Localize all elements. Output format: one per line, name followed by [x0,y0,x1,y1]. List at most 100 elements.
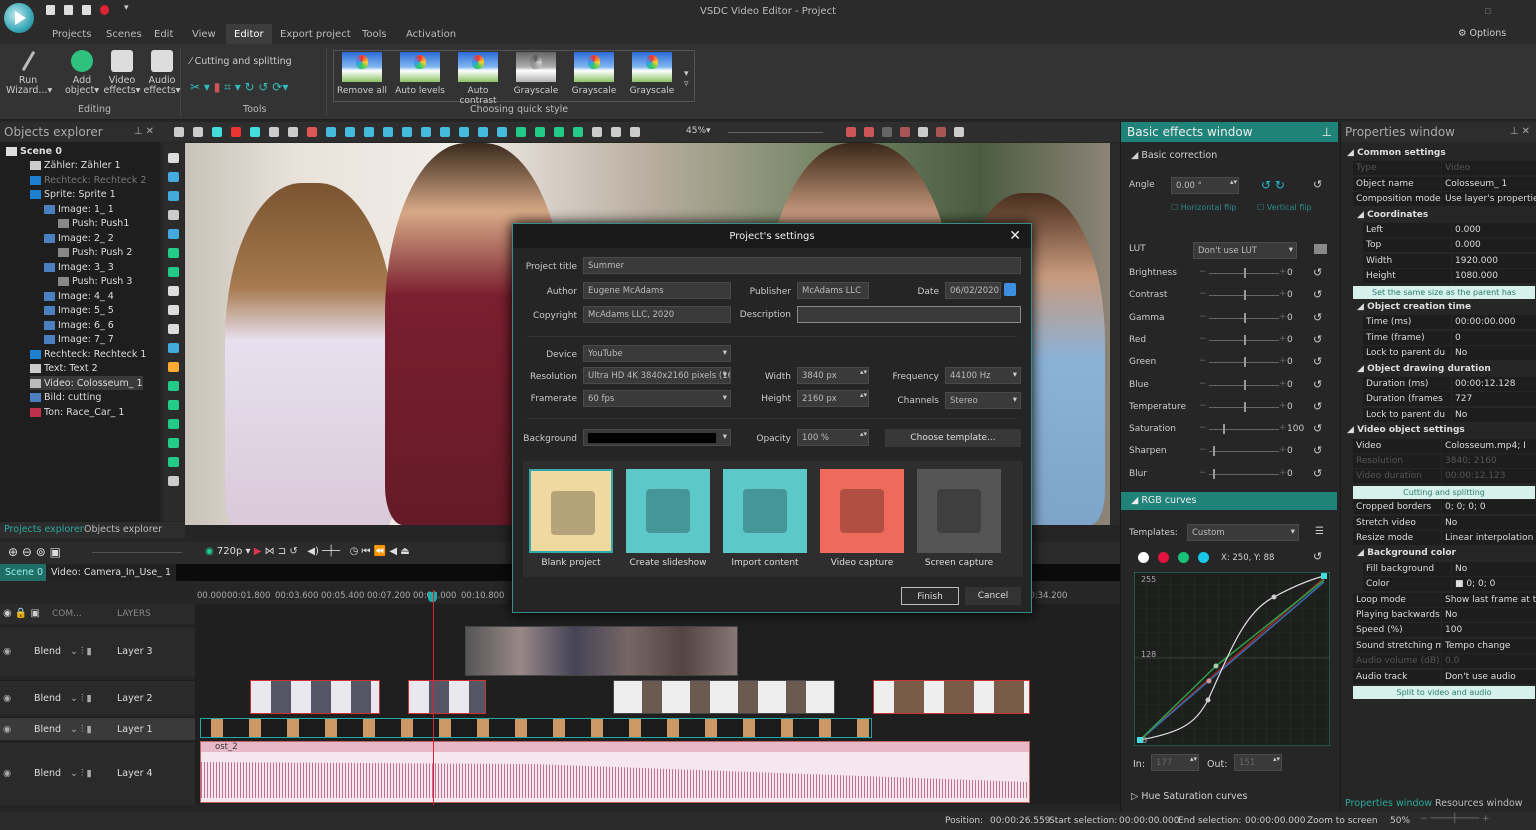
tree-item[interactable]: Rechteck: Rechteck 1 [30,347,146,361]
video-clip[interactable] [465,626,738,676]
visibility-lock-icons[interactable]: ◉ 🔒 ▣ [3,608,40,619]
lut-select[interactable]: Don't use LUT [1193,242,1297,259]
property-row[interactable]: Cropped borders 0; 0; 0; 0 [1353,500,1536,516]
property-row[interactable]: Time (ms) 00:00:00.000 [1363,315,1536,331]
slider-thumb[interactable] [1244,312,1246,323]
property-value[interactable]: Tempo change [1442,638,1536,653]
object-tool-icon[interactable] [168,305,179,315]
plus-icon[interactable]: + [1279,267,1287,277]
plus-icon[interactable]: + [1279,334,1287,344]
video-clip-selected[interactable] [200,718,872,738]
property-value[interactable]: No [1452,346,1536,361]
toolbar-tool-icon[interactable] [459,127,469,137]
property-row[interactable]: Composition mode Use layer's properties [1353,192,1536,208]
toolbar-tool-icon[interactable] [440,127,450,137]
menu-export-project[interactable]: Export project [272,28,359,41]
toolbar-tool-icon[interactable] [231,127,241,137]
rotate-buttons[interactable]: ↺ ↻ [1261,178,1285,192]
template-video-capture[interactable]: Video capture [819,469,905,571]
quick-style-1[interactable]: Auto levels [392,52,448,104]
property-row[interactable]: Sound stretching m Tempo change [1353,638,1536,654]
property-value[interactable]: 00:00:12.128 [1452,377,1536,391]
property-value[interactable]: 0.000 [1452,223,1536,237]
property-value[interactable]: 1080.000 [1452,269,1536,284]
minus-icon[interactable]: − [1199,334,1207,344]
toolbar-tool-icon[interactable] [288,127,298,137]
saturation-slider[interactable] [1209,424,1279,435]
toolbar-tool-icon[interactable] [900,127,910,137]
opacity-stepper[interactable]: 100 % [797,429,869,446]
toolbar-tool-icon[interactable] [193,127,203,137]
object-tool-icon[interactable] [168,210,179,220]
eye-icon[interactable]: ◉ [3,693,11,704]
property-value[interactable]: 00:00:12.123 [1442,469,1536,484]
red-channel-button[interactable] [1158,552,1169,563]
channels-select[interactable]: Stereo [945,392,1021,409]
toolbar-tool-icon[interactable] [421,127,431,137]
plus-icon[interactable]: + [1279,356,1287,366]
toolbar-tool-icon[interactable] [497,127,507,137]
toolbar-tool-icon[interactable] [936,127,946,137]
property-group-header[interactable]: ◢ Background color [1357,548,1456,558]
reset-icon[interactable]: ↺ [1313,178,1322,191]
toolbar-tool-icon[interactable] [516,127,526,137]
finish-button[interactable]: Finish [901,587,959,605]
slider-thumb[interactable] [1244,268,1246,278]
project-title-input[interactable]: Summer [583,257,1021,274]
tree-item[interactable]: Rechteck: Rechteck 2 [30,173,146,187]
description-input[interactable] [797,306,1021,323]
tree-item[interactable]: Image: 4_ 4 [44,289,114,303]
tree-item[interactable]: Image: 2_ 2 [44,231,114,245]
curve-templates-select[interactable]: Custom [1187,524,1299,541]
blend-mode-dropdown[interactable]: Blend [34,768,61,779]
publisher-input[interactable]: McAdams LLC [797,282,869,299]
property-row[interactable]: Width 1920.000 [1363,253,1536,269]
preview-scrollbar[interactable] [1110,143,1120,525]
property-row[interactable]: Speed (%) 100 [1353,623,1536,639]
reset-icon[interactable]: ↺ [1313,550,1322,563]
layer-row[interactable]: ◉ Blend ⌄ ⫶ ▮ Layer 1 [0,717,195,740]
menu-scenes[interactable]: Scenes [98,28,150,41]
zoom-to-screen-button[interactable]: Zoom to screen [1307,816,1378,826]
object-tool-icon[interactable] [168,324,179,334]
plus-icon[interactable]: + [1279,468,1287,478]
list-options-icon[interactable]: ☰ [1315,526,1324,537]
minus-icon[interactable]: − [1199,401,1207,411]
cutting-and-splitting-button[interactable]: Cutting and splitting [1353,485,1535,499]
slider-thumb[interactable] [1244,401,1246,412]
toolbar-tool-icon[interactable] [212,127,222,137]
tree-item[interactable]: Bild: cutting [30,391,101,405]
chevron-down-icon[interactable]: ⌄ ⫶ ▮ [70,646,92,657]
toolbar-tool-icon[interactable] [307,127,317,137]
template-import-content[interactable]: Import content [722,469,808,571]
tree-item[interactable]: Scene 0 [6,144,62,158]
property-row[interactable]: Type Video [1353,161,1536,177]
toolbar-tool-icon[interactable] [918,127,928,137]
object-tool-icon[interactable] [168,153,179,163]
property-value[interactable]: Don't use audio [1442,669,1536,684]
property-group-header[interactable]: ◢ Video object settings [1347,425,1465,435]
ribbon-button-run[interactable]: Run Wizard...▾ [6,50,52,96]
property-row[interactable]: Duration (frames 727 [1363,392,1536,408]
toolbar-tool-icon[interactable] [364,127,374,137]
object-tool-icon[interactable] [168,267,179,277]
out-stepper[interactable]: 151 [1234,754,1282,771]
cancel-button[interactable]: Cancel [965,587,1021,605]
eye-icon[interactable]: ◉ [3,646,11,657]
menu-view[interactable]: View [184,28,224,41]
playhead[interactable] [433,590,434,805]
object-tool-icon[interactable] [168,400,179,410]
tree-item[interactable]: Image: 3_ 3 [44,260,114,274]
copyright-input[interactable]: McAdams LLC, 2020 [583,306,731,323]
toolbar-tool-icon[interactable] [882,127,892,137]
date-input[interactable]: 06/02/2020 [945,282,1001,299]
sharpen-slider[interactable] [1209,446,1279,457]
framerate-select[interactable]: 60 fps [583,390,731,407]
object-tool-icon[interactable] [168,419,179,429]
in-stepper[interactable]: 177 [1151,754,1199,771]
reset-icon[interactable]: ↺ [1313,378,1322,391]
property-row[interactable]: Loop modeShow last frame at the [1353,592,1536,608]
property-value[interactable]: Colosseum_ 1 [1442,176,1536,191]
pin-icon[interactable]: ⊥ [1322,125,1332,139]
menu-tools[interactable]: Tools [354,28,395,41]
